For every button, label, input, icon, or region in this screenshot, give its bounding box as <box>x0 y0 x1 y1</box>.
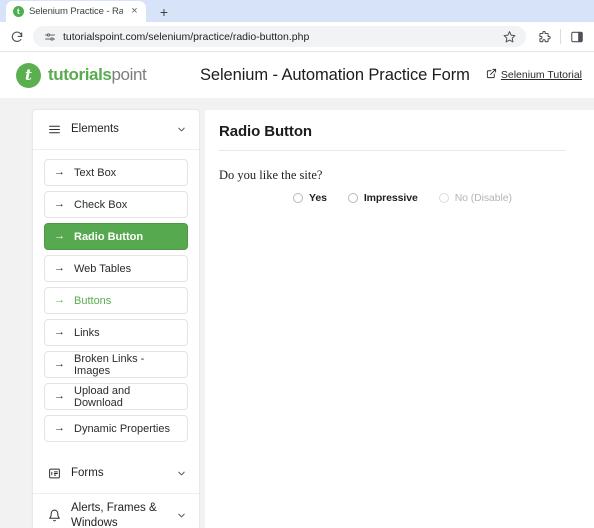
chevron-down-icon[interactable] <box>175 510 187 521</box>
arrow-right-icon: → <box>54 423 65 434</box>
reload-icon[interactable] <box>7 27 27 47</box>
sidebar-group-label: Forms <box>71 466 165 480</box>
page-body: Elements → Text Box → Check Box <box>0 98 594 528</box>
sidebar-item-label: Links <box>74 327 100 339</box>
sidebar-item-label: Check Box <box>74 199 127 211</box>
sidebar-item-dynamic-properties[interactable]: → Dynamic Properties <box>44 415 188 442</box>
logo-brand-light: point <box>111 65 146 84</box>
sidebar-group-elements-items: → Text Box → Check Box → Radio Button → … <box>33 150 199 454</box>
radio-option-label: No (Disable) <box>455 192 512 204</box>
radio-option-no-disable: No (Disable) <box>439 192 512 204</box>
radio-circle-icon[interactable] <box>293 193 303 203</box>
site-header: t tutorialspoint Selenium - Automation P… <box>0 52 594 98</box>
sidebar-item-label: Web Tables <box>74 263 131 275</box>
browser-toolbar: tutorialspoint.com/selenium/practice/rad… <box>0 22 594 52</box>
arrow-right-icon: → <box>54 327 65 338</box>
sidebar-group-alerts-frames-windows[interactable]: Alerts, Frames & Windows <box>33 494 199 528</box>
bookmark-star-icon[interactable] <box>502 30 516 44</box>
radio-circle-icon[interactable] <box>348 193 358 203</box>
sidebar-group-label: Elements <box>71 122 165 136</box>
logo-mark-letter: t <box>25 68 32 83</box>
page-viewport: t tutorialspoint Selenium - Automation P… <box>0 52 594 528</box>
sidebar-group-label: Alerts, Frames & Windows <box>71 501 165 528</box>
extensions-puzzle-icon[interactable] <box>534 27 554 47</box>
radio-option-label: Yes <box>309 192 327 204</box>
main-content: Radio Button Do you like the site? Yes I… <box>205 110 594 528</box>
selenium-tutorial-label: Selenium Tutorial <box>501 69 582 81</box>
tab-title: Selenium Practice - Radio Bu <box>29 6 123 17</box>
title-divider <box>219 150 566 151</box>
new-tab-button[interactable]: + <box>153 1 175 22</box>
sidebar-item-label: Broken Links - Images <box>74 353 178 377</box>
sidebar-item-label: Buttons <box>74 295 111 307</box>
radio-circle-icon <box>439 193 449 203</box>
sidebar-group-elements[interactable]: Elements <box>33 110 199 150</box>
sidebar-item-radio-button[interactable]: → Radio Button <box>44 223 188 250</box>
radio-option-impressive[interactable]: Impressive <box>348 192 418 204</box>
hamburger-icon <box>47 123 61 137</box>
sidebar-group-forms[interactable]: Forms <box>33 454 199 494</box>
sidebar-item-label: Text Box <box>74 167 116 179</box>
radio-group: Yes Impressive No (Disable) <box>219 192 566 204</box>
forms-icon <box>47 467 61 481</box>
site-settings-icon[interactable] <box>43 30 56 43</box>
toolbar-divider <box>560 29 561 44</box>
sidebar-item-label: Upload and Download <box>74 385 178 409</box>
external-link-icon <box>486 68 497 82</box>
logo-wordmark: tutorialspoint <box>48 65 146 85</box>
browser-tab[interactable]: t Selenium Practice - Radio Bu × <box>6 1 146 22</box>
arrow-right-icon: → <box>54 231 65 242</box>
arrow-right-icon: → <box>54 295 65 306</box>
sidebar-item-label: Dynamic Properties <box>74 423 170 435</box>
arrow-right-icon: → <box>54 391 65 402</box>
radio-option-label: Impressive <box>364 192 418 204</box>
arrow-right-icon: → <box>54 359 65 370</box>
arrow-right-icon: → <box>54 263 65 274</box>
browser-window: t Selenium Practice - Radio Bu × + tutor… <box>0 0 594 528</box>
sidebar-item-upload-and-download[interactable]: → Upload and Download <box>44 383 188 410</box>
favicon-letter: t <box>17 8 20 15</box>
radio-option-yes[interactable]: Yes <box>293 192 327 204</box>
sidebar-item-links[interactable]: → Links <box>44 319 188 346</box>
tutorialspoint-logo-icon: t <box>16 63 41 88</box>
sidebar-item-check-box[interactable]: → Check Box <box>44 191 188 218</box>
tab-strip: t Selenium Practice - Radio Bu × + <box>0 0 594 22</box>
url-text[interactable]: tutorialspoint.com/selenium/practice/rad… <box>63 31 495 43</box>
chevron-down-icon[interactable] <box>175 124 187 135</box>
selenium-tutorial-link[interactable]: Selenium Tutorial <box>486 68 582 82</box>
sidebar-item-buttons[interactable]: → Buttons <box>44 287 188 314</box>
tutorialspoint-favicon: t <box>13 6 24 17</box>
sidebar-item-broken-links-images[interactable]: → Broken Links - Images <box>44 351 188 378</box>
page-title: Selenium - Automation Practice Form <box>186 66 486 85</box>
chevron-down-icon[interactable] <box>175 468 187 479</box>
address-bar[interactable]: tutorialspoint.com/selenium/practice/rad… <box>33 26 526 47</box>
logo-brand-bold: tutorials <box>48 65 111 84</box>
site-logo[interactable]: t tutorialspoint <box>16 63 186 88</box>
bell-icon <box>47 509 61 523</box>
content-title: Radio Button <box>219 123 566 150</box>
sidebar-item-label: Radio Button <box>74 231 143 243</box>
close-icon[interactable]: × <box>128 5 141 18</box>
side-panel-icon[interactable] <box>567 27 587 47</box>
question-label: Do you like the site? <box>219 168 566 183</box>
sidebar-item-text-box[interactable]: → Text Box <box>44 159 188 186</box>
arrow-right-icon: → <box>54 167 65 178</box>
sidebar: Elements → Text Box → Check Box <box>33 110 199 528</box>
arrow-right-icon: → <box>54 199 65 210</box>
sidebar-item-web-tables[interactable]: → Web Tables <box>44 255 188 282</box>
